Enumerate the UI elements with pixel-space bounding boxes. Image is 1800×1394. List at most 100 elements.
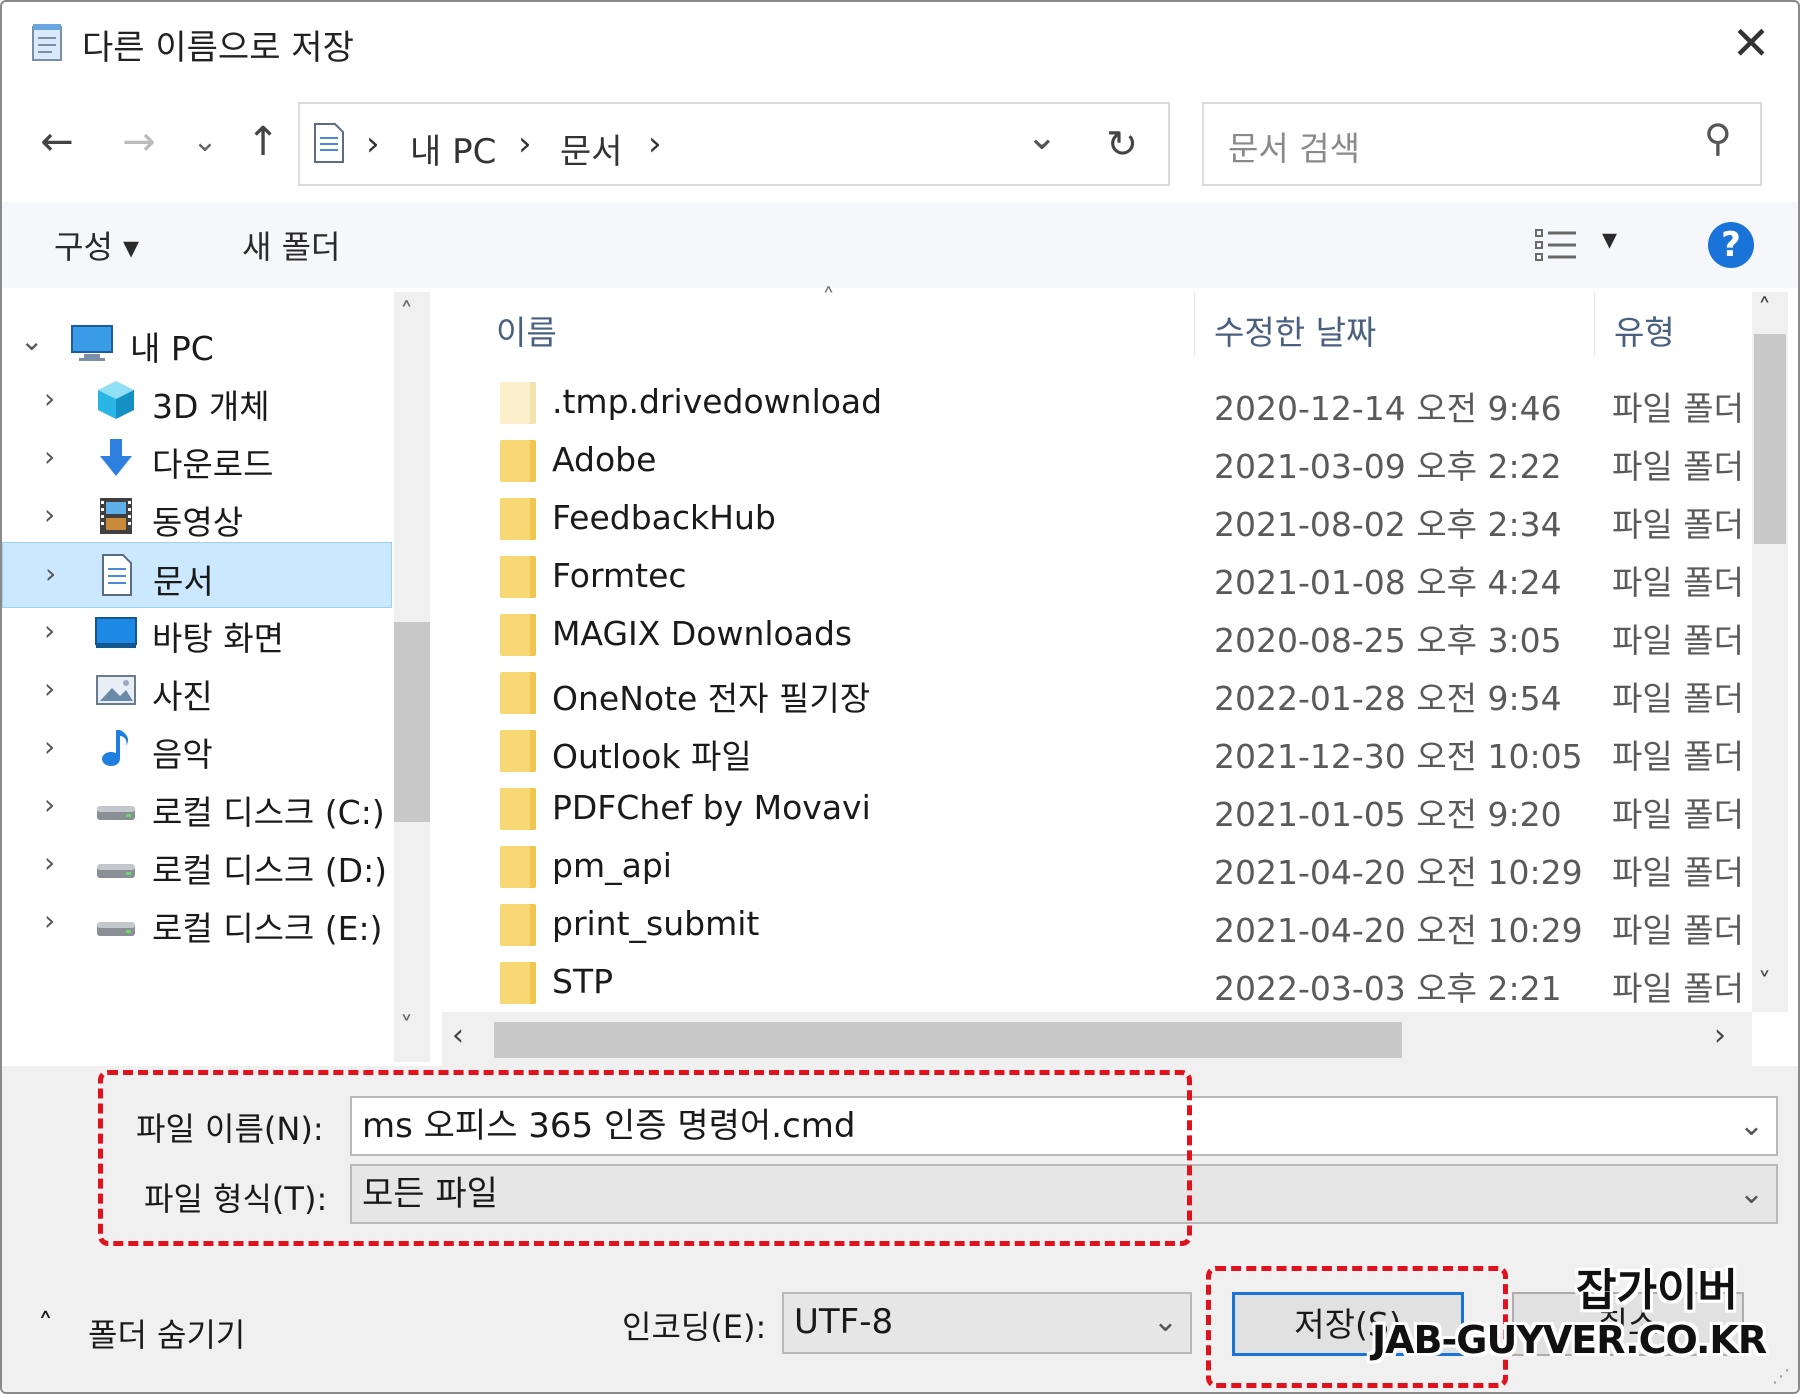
chevron-right-icon[interactable]: › bbox=[44, 788, 55, 821]
scroll-down-icon[interactable]: ˅ bbox=[1758, 968, 1771, 998]
file-type: 파일 폴더 bbox=[1612, 795, 1742, 834]
breadcrumb-my-pc[interactable]: 내 PC bbox=[410, 124, 496, 173]
computer-icon bbox=[70, 320, 114, 364]
folder-icon bbox=[500, 730, 536, 772]
column-name[interactable]: 이름 bbox=[496, 306, 557, 354]
help-button[interactable]: ? bbox=[1708, 222, 1754, 268]
chevron-right-icon[interactable]: › bbox=[44, 846, 55, 879]
column-type[interactable]: 유형 bbox=[1614, 306, 1675, 354]
tree-item[interactable]: › 다운로드 bbox=[2, 426, 390, 490]
breadcrumb-separator[interactable]: › bbox=[648, 124, 662, 164]
encoding-label: 인코딩(E): bbox=[622, 1308, 767, 1346]
file-type: 파일 폴더 bbox=[1612, 447, 1742, 486]
forward-button[interactable]: → bbox=[114, 117, 164, 167]
file-date-modified: 2022-03-03 오후 2:21 bbox=[1214, 969, 1562, 1008]
file-row[interactable]: .tmp.drivedownload 2020-12-14 오전 9:46 파일 폴… bbox=[442, 374, 1752, 432]
breadcrumb-separator: › bbox=[366, 124, 380, 164]
close-button[interactable]: ✕ bbox=[1724, 16, 1778, 70]
tree-item[interactable]: › 문서 bbox=[2, 542, 392, 608]
scroll-right-icon[interactable]: › bbox=[1714, 1018, 1726, 1053]
file-date-modified: 2020-08-25 오후 3:05 bbox=[1214, 621, 1562, 660]
file-type: 파일 폴더 bbox=[1612, 969, 1742, 1008]
scroll-down-icon[interactable]: ˅ bbox=[400, 1012, 413, 1042]
file-date-modified: 2021-04-20 오전 10:29 bbox=[1214, 853, 1583, 892]
file-name: Formtec bbox=[552, 556, 687, 595]
tree-item[interactable]: › 3D 개체 bbox=[2, 368, 390, 432]
tree-item[interactable]: › 로컬 디스크 (D:) bbox=[2, 832, 390, 896]
file-row[interactable]: FeedbackHub 2021-08-02 오후 2:34 파일 폴더 bbox=[442, 490, 1752, 548]
tree-item[interactable]: › 음악 bbox=[2, 716, 390, 780]
file-row[interactable]: OneNote 전자 필기장 2022-01-28 오전 9:54 파일 폴더 bbox=[442, 664, 1752, 722]
tree-label: 다운로드 bbox=[152, 445, 274, 484]
scroll-up-icon[interactable]: ˄ bbox=[1758, 294, 1771, 324]
chevron-right-icon[interactable]: › bbox=[44, 730, 55, 763]
back-button[interactable]: ← bbox=[32, 117, 82, 167]
chevron-right-icon[interactable]: › bbox=[44, 672, 55, 705]
file-date-modified: 2021-12-30 오전 10:05 bbox=[1214, 737, 1583, 776]
tree-item[interactable]: › 바탕 화면 bbox=[2, 600, 390, 664]
scroll-left-icon[interactable]: ‹ bbox=[452, 1018, 464, 1053]
navigation-pane-scroll-thumb[interactable] bbox=[394, 622, 430, 822]
address-bar[interactable]: › 내 PC › 문서 › ⌄ bbox=[298, 102, 1082, 186]
address-dropdown-icon[interactable]: ⌄ bbox=[1026, 114, 1058, 158]
folder-icon bbox=[500, 788, 536, 830]
tree-label: 3D 개체 bbox=[152, 387, 270, 426]
recent-locations-button[interactable]: ⌄ bbox=[188, 117, 222, 167]
chevron-down-icon[interactable]: ⌄ bbox=[1739, 1166, 1764, 1222]
hide-folders-button[interactable]: 폴더 숨기기 bbox=[88, 1310, 245, 1356]
column-divider[interactable] bbox=[1194, 292, 1195, 356]
file-date-modified: 2021-01-08 오후 4:24 bbox=[1214, 563, 1562, 602]
chevron-right-icon[interactable]: › bbox=[44, 498, 55, 531]
new-folder-button[interactable]: 새 폴더 bbox=[242, 222, 341, 268]
resize-grip-icon[interactable]: ⋰ bbox=[1772, 1366, 1790, 1387]
tree-item[interactable]: › 동영상 bbox=[2, 484, 390, 548]
refresh-button[interactable]: ↻ bbox=[1076, 102, 1170, 186]
arrow-right-icon: → bbox=[122, 119, 156, 165]
search-placeholder: 문서 검색 bbox=[1228, 129, 1360, 168]
file-row[interactable]: PDFChef by Movavi 2021-01-05 오전 9:20 파일 폴더 bbox=[442, 780, 1752, 838]
column-divider[interactable] bbox=[1594, 292, 1595, 356]
file-row[interactable]: STP 2022-03-03 오후 2:21 파일 폴더 bbox=[442, 954, 1752, 1012]
navigation-pane: ⌄ 내 PC › 3D 개체 › 다운로드 › 동영상 › 문서 › 바탕 화면 › 사진 › 음악 › 로컬… bbox=[2, 292, 392, 1062]
file-row[interactable]: Outlook 파일 2021-12-30 오전 10:05 파일 폴더 bbox=[442, 722, 1752, 780]
file-row[interactable]: print_submit 2021-04-20 오전 10:29 파일 폴더 bbox=[442, 896, 1752, 954]
file-name: pm_api bbox=[552, 846, 672, 885]
file-row[interactable]: MAGIX Downloads 2020-08-25 오후 3:05 파일 폴더 bbox=[442, 606, 1752, 664]
file-list-horizontal-thumb[interactable] bbox=[494, 1022, 1402, 1058]
collapse-icon[interactable]: ˄ bbox=[38, 1308, 53, 1343]
up-button[interactable]: ↑ bbox=[238, 117, 288, 167]
scroll-up-icon[interactable]: ˄ bbox=[400, 298, 413, 328]
view-dropdown-icon[interactable]: ▾ bbox=[1602, 222, 1617, 257]
music-icon bbox=[94, 726, 138, 770]
file-row[interactable]: pm_api 2021-04-20 오전 10:29 파일 폴더 bbox=[442, 838, 1752, 896]
encoding-select[interactable]: UTF-8 ⌄ bbox=[782, 1292, 1192, 1354]
file-date-modified: 2021-08-02 오후 2:34 bbox=[1214, 505, 1562, 544]
chevron-down-icon[interactable]: ⌄ bbox=[20, 324, 43, 357]
breadcrumb-documents[interactable]: 문서 bbox=[560, 124, 623, 173]
tree-item[interactable]: › 로컬 디스크 (E:) bbox=[2, 890, 390, 954]
chevron-right-icon[interactable]: › bbox=[45, 557, 56, 590]
file-list-vertical-thumb[interactable] bbox=[1754, 334, 1786, 544]
chevron-right-icon[interactable]: › bbox=[44, 440, 55, 473]
tree-item[interactable]: › 로컬 디스크 (C:) bbox=[2, 774, 390, 838]
tree-label: 문서 bbox=[153, 562, 214, 601]
file-row[interactable]: Adobe 2021-03-09 오후 2:22 파일 폴더 bbox=[442, 432, 1752, 490]
chevron-right-icon[interactable]: › bbox=[44, 382, 55, 415]
video-icon bbox=[94, 494, 138, 538]
chevron-down-icon[interactable]: ⌄ bbox=[1739, 1098, 1764, 1154]
organize-menu[interactable]: 구성 ▾ bbox=[54, 222, 139, 268]
chevron-down-icon[interactable]: ⌄ bbox=[1153, 1294, 1178, 1350]
file-name: PDFChef by Movavi bbox=[552, 788, 871, 827]
chevron-right-icon[interactable]: › bbox=[44, 614, 55, 647]
column-date-modified[interactable]: 수정한 날짜 bbox=[1214, 306, 1376, 354]
search-input[interactable]: 문서 검색 ⚲ bbox=[1202, 102, 1762, 186]
tree-item-my-pc[interactable]: ⌄ 내 PC bbox=[2, 310, 390, 374]
drive-icon bbox=[94, 900, 138, 944]
folder-icon bbox=[500, 904, 536, 946]
chevron-right-icon[interactable]: › bbox=[44, 904, 55, 937]
document-icon bbox=[312, 122, 346, 164]
file-row[interactable]: Formtec 2021-01-08 오후 4:24 파일 폴더 bbox=[442, 548, 1752, 606]
file-name: .tmp.drivedownload bbox=[552, 382, 883, 421]
view-options-icon[interactable] bbox=[1534, 226, 1578, 264]
tree-item[interactable]: › 사진 bbox=[2, 658, 390, 722]
